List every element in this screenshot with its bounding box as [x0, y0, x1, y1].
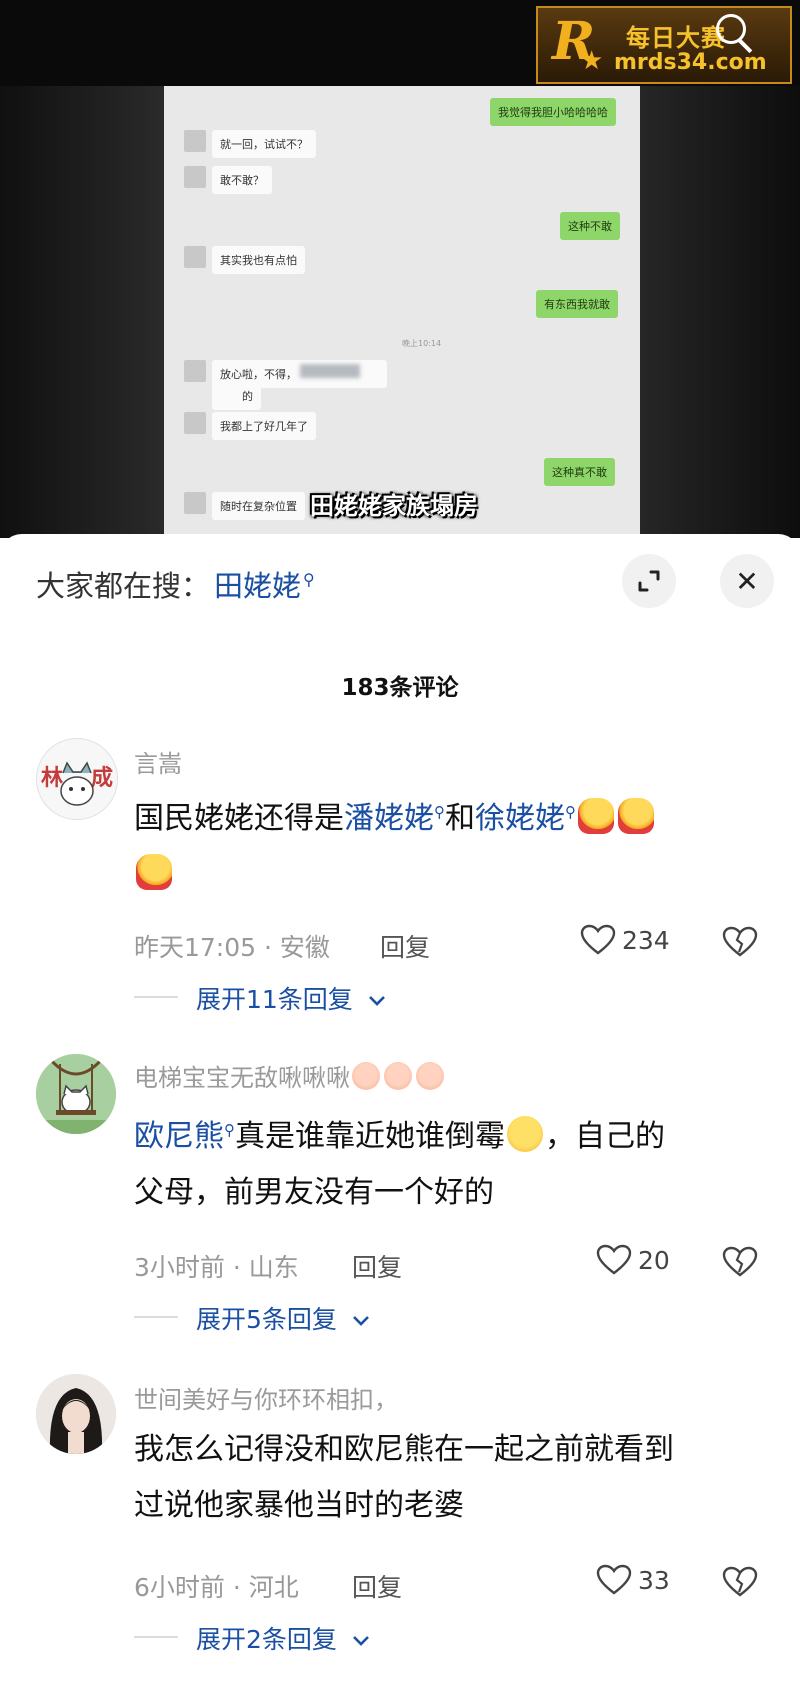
thumbs-up-icon — [618, 798, 654, 834]
avatar[interactable] — [36, 1374, 116, 1454]
expand-replies[interactable]: 展开11条回复 — [196, 980, 387, 1016]
chat-avatar — [184, 130, 206, 152]
trending-search-label: 大家都在搜： — [36, 569, 211, 603]
svg-text:林: 林 — [41, 765, 63, 791]
chat-timestamp: 晚上10:14 — [402, 339, 442, 348]
close-icon: ✕ — [735, 564, 759, 598]
expand-replies[interactable]: 展开2条回复 — [196, 1620, 371, 1656]
cat-swing-avatar-image — [36, 1054, 116, 1134]
keyword-link[interactable]: 欧尼熊⚲ — [134, 1119, 235, 1154]
reply-button[interactable]: 回复 — [352, 1568, 402, 1604]
kiss-emoji-icon — [384, 1062, 412, 1090]
comment-username[interactable]: 电梯宝宝无敌啾啾啾 — [134, 1058, 446, 1093]
broken-heart-icon — [722, 1566, 758, 1597]
like-button[interactable]: 20 — [596, 1244, 670, 1276]
comment-sheet: 大家都在搜： 田姥姥 ⚲ ✕ 183条评论 林 成 言嵩 国民姥姥还得是潘姥姥⚲和… — [0, 534, 800, 1698]
comment-meta: 昨天17:05 · 安徽 — [134, 933, 330, 962]
keyword-link[interactable]: 徐姥姥⚲ — [475, 801, 576, 836]
chevron-down-icon — [368, 996, 385, 1006]
thumbs-up-icon — [578, 798, 614, 834]
like-button[interactable]: 234 — [580, 924, 670, 956]
search-icon: ⚲ — [224, 1121, 235, 1139]
dislike-button[interactable] — [722, 1566, 758, 1602]
heart-icon — [596, 1564, 632, 1595]
comment-text: 我怎么记得没和欧尼熊在一起之前就看到 过说他家暴他当时的老婆 — [134, 1432, 674, 1523]
chat-bubble-in: 随时在复杂位置 — [212, 492, 305, 520]
expand-button[interactable] — [622, 554, 676, 608]
dislike-button[interactable] — [722, 1246, 758, 1282]
video-player[interactable]: 我觉得我胆小哈哈哈哈 就一回，试试不？ 敢不敢？ 这种不敢 其实我也有点怕 有东… — [0, 86, 800, 538]
broken-heart-icon — [722, 926, 758, 957]
comment-username[interactable]: 世间美好与你环环相扣， — [134, 1380, 398, 1415]
search-icon: ⚲ — [565, 803, 576, 821]
chat-bubble-in: 敢不敢？ — [212, 166, 272, 194]
chat-avatar — [184, 246, 206, 268]
chat-avatar — [184, 360, 206, 382]
broken-heart-icon — [722, 1246, 758, 1277]
close-button[interactable]: ✕ — [720, 554, 774, 608]
reply-button[interactable]: 回复 — [352, 1248, 402, 1284]
watermark-logo: R ★ 每日大赛 mrds34.com — [536, 6, 792, 84]
watermark-title: 每日大赛 — [626, 24, 726, 52]
chat-bubble-in: 其实我也有点怕 — [212, 246, 305, 274]
video-caption: 田姥姥家族塌房 — [310, 492, 478, 520]
like-count: 33 — [638, 1565, 670, 1595]
magnifier-icon — [716, 14, 746, 44]
chat-avatar — [184, 492, 206, 514]
avatar[interactable] — [36, 1054, 116, 1134]
kiss-emoji-icon — [416, 1062, 444, 1090]
top-bar: R ★ 每日大赛 mrds34.com — [0, 0, 800, 86]
expand-replies[interactable]: 展开5条回复 — [196, 1300, 371, 1336]
chat-bubble-in: 的 — [212, 382, 261, 410]
search-icon: ⚲ — [434, 803, 445, 821]
chat-bubble-out: 有东西我就敢 — [536, 290, 618, 318]
comment-text: 欧尼熊⚲真是谁靠近她谁倒霉 ，自己的 父母，前男友没有一个好的 — [134, 1102, 754, 1221]
kiss-emoji-icon — [352, 1062, 380, 1090]
heart-icon — [596, 1244, 632, 1275]
search-icon: ⚲ — [303, 570, 315, 590]
expand-icon — [638, 570, 660, 592]
trending-search-link[interactable]: 田姥姥 ⚲ — [214, 563, 315, 605]
comment-username[interactable]: 言嵩 — [134, 744, 182, 779]
chat-bubble-in: 我都上了好几年了 — [212, 412, 316, 440]
comment-text: 国民姥姥还得是潘姥姥⚲和徐姥姥⚲ — [134, 784, 754, 903]
chat-bubble-out: 这种真不敢 — [544, 458, 615, 486]
chevron-down-icon — [352, 1316, 369, 1326]
like-button[interactable]: 33 — [596, 1564, 670, 1596]
portrait-avatar-image — [36, 1374, 116, 1454]
comment-meta: 3小时前 · 山东 — [134, 1253, 299, 1282]
chat-bubble-out: 我觉得我胆小哈哈哈哈 — [490, 98, 616, 126]
cat-avatar-image: 林 成 — [37, 739, 117, 819]
chevron-down-icon — [352, 1636, 369, 1646]
chat-bubble-out: 这种不敢 — [560, 212, 620, 240]
dislike-button[interactable] — [722, 926, 758, 962]
laughing-emoji-icon — [507, 1116, 543, 1152]
comment-meta: 6小时前 · 河北 — [134, 1573, 299, 1602]
chat-screenshot: 我觉得我胆小哈哈哈哈 就一回，试试不？ 敢不敢？ 这种不敢 其实我也有点怕 有东… — [164, 86, 640, 538]
chat-avatar — [184, 166, 206, 188]
thumbs-up-icon — [136, 854, 172, 890]
heart-icon — [580, 924, 616, 955]
like-count: 20 — [638, 1245, 670, 1275]
comment-count: 183条评论 — [341, 675, 459, 701]
star-icon: ★ — [580, 46, 604, 76]
avatar[interactable]: 林 成 — [36, 738, 118, 820]
svg-text:成: 成 — [91, 765, 113, 791]
watermark-url: mrds34.com — [614, 50, 767, 75]
trending-search: 大家都在搜： 田姥姥 ⚲ — [36, 564, 315, 604]
chat-avatar — [184, 412, 206, 434]
keyword-link[interactable]: 潘姥姥⚲ — [344, 801, 445, 836]
reply-button[interactable]: 回复 — [380, 928, 430, 964]
like-count: 234 — [622, 925, 670, 955]
chat-bubble-in: 就一回，试试不？ — [212, 130, 316, 158]
